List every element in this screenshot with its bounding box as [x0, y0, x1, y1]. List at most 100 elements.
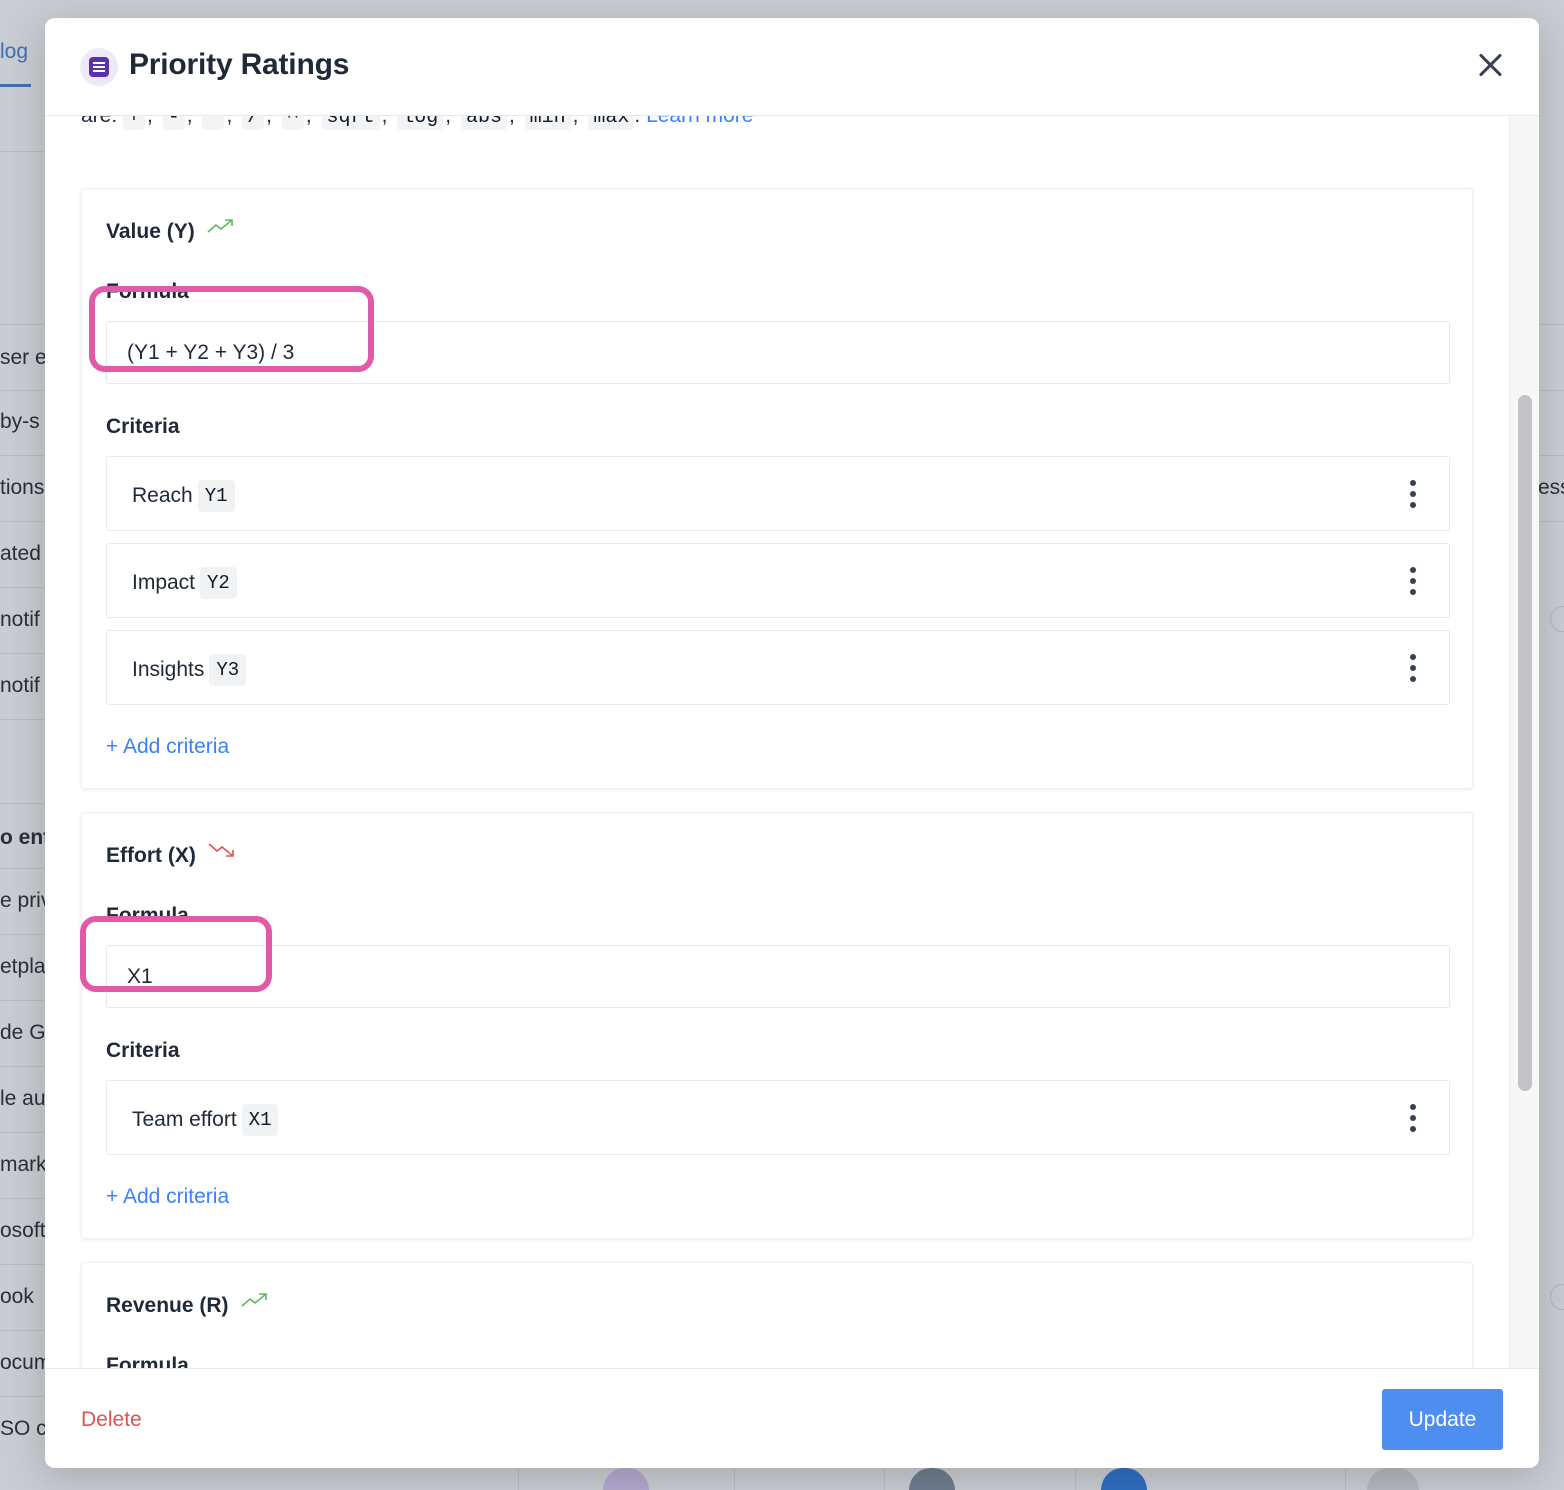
background-divider: [0, 868, 45, 869]
background-divider: [0, 1198, 45, 1199]
background-row: le au: [0, 1087, 45, 1110]
background-row: notif: [0, 608, 40, 631]
background-tab: log: [0, 40, 29, 63]
modal-body: are: +, -, *, /, ^, sqrt, log, abs, min,…: [45, 116, 1539, 1368]
background-avatar: [603, 1468, 649, 1490]
background-fragment: ess: [1538, 476, 1564, 499]
section-title-text: Revenue (R): [106, 1294, 229, 1317]
more-options-icon[interactable]: [1403, 1104, 1423, 1132]
formula-label: Formula: [106, 1354, 189, 1368]
background-row: ser e: [0, 346, 45, 369]
more-options-icon[interactable]: [1403, 567, 1423, 595]
criteria-name: Reach Y1: [132, 480, 235, 512]
background-divider: [0, 1000, 45, 1001]
operator-code: log: [397, 116, 444, 130]
background-tab-underline: [0, 84, 31, 87]
operators-prefix: are:: [81, 116, 117, 127]
operator-code: min: [524, 116, 571, 130]
modal-footer: Delete Update: [45, 1368, 1539, 1468]
background-divider: [0, 719, 45, 720]
trend-up-icon: [241, 1293, 267, 1307]
trend-up-icon: [207, 219, 233, 233]
criteria-name: Team effort X1: [132, 1104, 279, 1136]
criteria-row: Insights Y3: [106, 630, 1450, 705]
formula-label: Formula: [106, 280, 189, 303]
add-criteria-button[interactable]: + Add criteria: [106, 735, 229, 759]
criteria-code: X1: [241, 1104, 279, 1136]
background-divider: [0, 934, 45, 935]
criteria-name-text: Reach: [132, 484, 193, 507]
background-divider: [0, 803, 45, 804]
scrollbar-thumb[interactable]: [1518, 395, 1532, 1091]
criteria-code: Y2: [200, 567, 237, 599]
modal-header: Priority Ratings: [45, 18, 1539, 116]
criteria-name: Impact Y2: [132, 567, 237, 599]
background-row: SO ce: [0, 1417, 45, 1440]
background-bottom-strip: [0, 1468, 1564, 1490]
background-divider: [1538, 521, 1564, 522]
section-title-text: Effort (X): [106, 844, 196, 867]
background-divider: [0, 653, 45, 654]
background-divider: [0, 1132, 45, 1133]
trend-down-icon: [208, 843, 234, 857]
criteria-row: Team effort X1: [106, 1080, 1450, 1155]
sliders-icon: [80, 48, 118, 86]
background-row: marke: [0, 1153, 45, 1176]
background-divider: [1538, 390, 1564, 391]
background-row: ook: [0, 1285, 34, 1308]
background-divider: [0, 1330, 45, 1331]
formula-label: Formula: [106, 904, 189, 927]
background-divider: [0, 521, 45, 522]
background-row: o ent: [0, 826, 45, 849]
criteria-name-text: Impact: [132, 571, 196, 594]
section-value: Value (Y) Formula (Y1 + Y2 + Y3) / 3 Cri…: [81, 188, 1473, 789]
background-row: etpla: [0, 955, 45, 978]
background-row: tions: [0, 476, 45, 499]
background-circle: [1550, 606, 1564, 632]
section-title-text: Value (Y): [106, 220, 195, 243]
background-badge: [1367, 1468, 1419, 1490]
background-divider: [0, 1396, 45, 1397]
background-row: e priv: [0, 889, 45, 912]
background-divider: [0, 390, 45, 391]
criteria-name-text: Team effort: [132, 1108, 237, 1131]
operator-code: abs: [460, 116, 507, 130]
operators-help-text: are: +, -, *, /, ^, sqrt, log, abs, min,…: [81, 116, 753, 130]
criteria-code: Y1: [197, 480, 235, 512]
operator-code: sqrt: [321, 116, 380, 130]
formula-input[interactable]: X1: [106, 945, 1450, 1008]
more-options-icon[interactable]: [1403, 480, 1423, 508]
background-row: by-s: [0, 410, 40, 433]
update-button[interactable]: Update: [1382, 1389, 1503, 1450]
criteria-label: Criteria: [106, 415, 180, 438]
operators-suffix: .: [634, 116, 640, 127]
scrollbar[interactable]: [1509, 116, 1539, 1368]
background-divider: [1538, 324, 1564, 325]
background-avatar: [909, 1468, 955, 1490]
learn-more-link[interactable]: Learn more: [646, 116, 753, 127]
background-board-icon: [1101, 1468, 1147, 1490]
section-title: Effort (X): [106, 843, 236, 868]
background-divider: [1538, 455, 1564, 456]
modal-title: Priority Ratings: [129, 48, 350, 81]
background-divider: [0, 1066, 45, 1067]
criteria-name: Insights Y3: [132, 654, 247, 686]
operator-code: -: [162, 116, 185, 130]
delete-button[interactable]: Delete: [81, 1408, 142, 1432]
close-icon[interactable]: [1477, 52, 1503, 78]
section-effort: Effort (X) Formula X1 Criteria Team effo…: [81, 812, 1473, 1239]
background-row: osoft: [0, 1219, 45, 1242]
background-circle: [1550, 1284, 1564, 1310]
criteria-code: Y3: [209, 654, 247, 686]
more-options-icon[interactable]: [1403, 654, 1423, 682]
background-row: de GI: [0, 1021, 45, 1044]
background-divider: [0, 1264, 45, 1265]
criteria-name-text: Insights: [132, 658, 205, 681]
background-row: ated: [0, 542, 41, 565]
add-criteria-button[interactable]: + Add criteria: [106, 1185, 229, 1209]
background-divider: [0, 324, 45, 325]
background-row: notif: [0, 674, 40, 697]
priority-ratings-modal: Priority Ratings are: +, -, *, /, ^, sqr…: [45, 18, 1539, 1468]
background-divider: [0, 587, 45, 588]
formula-input[interactable]: (Y1 + Y2 + Y3) / 3: [106, 321, 1450, 384]
